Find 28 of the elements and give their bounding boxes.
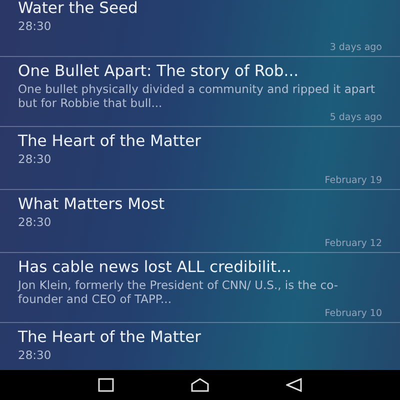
- episode-date: February 10: [324, 307, 382, 319]
- episode-title: Has cable news lost ALL credibilit...: [18, 257, 292, 278]
- episode-date: 3 days ago: [330, 41, 382, 53]
- episode-subtitle: One bullet physically divided a community and ripped it apart but for Robbie that bull...: [18, 82, 376, 110]
- episode-subtitle: Jon Klein, formerly the President of CNN/ U.S., is the co-founder and CEO of TAPP...: [18, 278, 340, 306]
- episode-title: Water the Seed: [18, 0, 139, 19]
- episode-title: What Matters Most: [18, 194, 166, 215]
- episode-row[interactable]: Water the Seed 28:30 3 days ago: [0, 0, 400, 57]
- back-button[interactable]: [284, 376, 304, 394]
- square-icon: [98, 378, 114, 392]
- episode-title: The Heart of the Matter: [18, 327, 202, 348]
- episode-title: The Heart of the Matter: [18, 131, 202, 152]
- episode-date: February 19: [324, 174, 382, 186]
- episode-subtitle: 28:30: [18, 19, 52, 33]
- episode-subtitle: 28:30: [18, 152, 52, 166]
- home-button[interactable]: [188, 376, 211, 394]
- episode-row[interactable]: The Heart of the Matter 28:30 February 19: [0, 127, 400, 190]
- episode-title: One Bullet Apart: The story of Rob...: [18, 61, 300, 82]
- home-icon: [190, 378, 209, 392]
- episode-subtitle: 28:30: [18, 348, 52, 362]
- episode-date: February 12: [324, 237, 382, 249]
- episode-row[interactable]: One Bullet Apart: The story of Rob... One bullet physically divided a community and ripped it apart but for Robbie that bull... 5 days ago: [0, 57, 400, 127]
- recents-button[interactable]: [96, 376, 116, 394]
- episode-date: 5 days ago: [330, 111, 382, 123]
- back-icon: [286, 378, 302, 392]
- episode-row[interactable]: What Matters Most 28:30 February 12: [0, 190, 400, 253]
- episode-row[interactable]: Has cable news lost ALL credibilit... Jon Klein, formerly the President of CNN/ U.S., is the co-founder and CEO of TAPP... February 10: [0, 253, 400, 323]
- episode-subtitle: 28:30: [18, 215, 52, 229]
